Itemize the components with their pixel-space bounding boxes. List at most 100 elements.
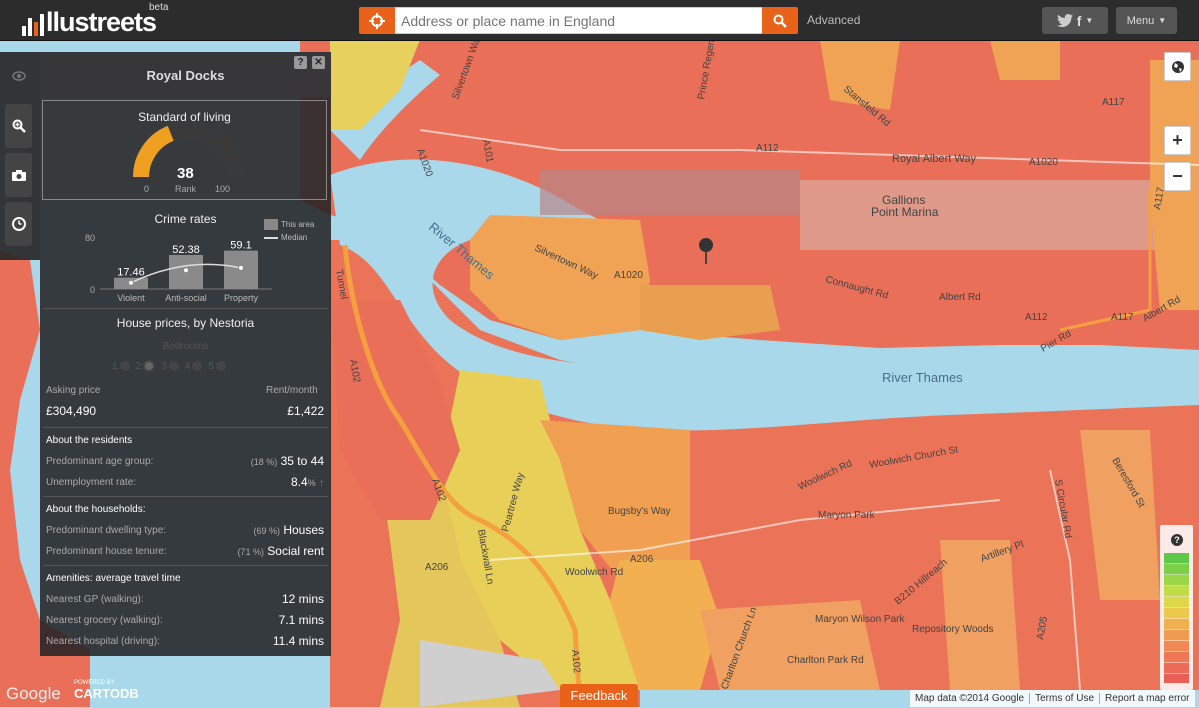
map-label-a112: A112 [1025, 312, 1048, 323]
bedrooms-label: Bedrooms [162, 341, 209, 352]
advanced-search-link[interactable]: Advanced [807, 13, 860, 27]
bedroom-option-3[interactable]: 3 [161, 361, 179, 372]
map-label-repository-woods: Repository Woods [912, 624, 994, 635]
house-tenure-value: (71 %) Social rent [237, 544, 324, 558]
eye-icon[interactable] [12, 71, 26, 81]
map-label-point-marina: Point Marina [871, 205, 939, 219]
age-group-label: Predominant age group: [46, 456, 154, 467]
unemployment-value: 8.4% ↑ [290, 475, 324, 489]
locate-me-button[interactable] [359, 7, 395, 34]
asking-price-value: £304,490 [46, 404, 97, 418]
google-logo[interactable]: Google [6, 684, 61, 704]
bedroom-option-5[interactable]: 5 [208, 361, 226, 372]
colour-scale-legend: ? [1160, 525, 1193, 690]
magnifier-plus-icon [12, 119, 26, 133]
layers-button[interactable] [1164, 52, 1191, 81]
rank-label: Rank [175, 184, 197, 194]
map-label-maryon-wilson-park: Maryon Wilson Park [815, 614, 905, 625]
crime-median-point [238, 264, 244, 271]
help-icon[interactable]: ? [294, 56, 307, 69]
map-label-a102: A102 [569, 649, 582, 674]
bedroom-option-1[interactable]: 1 [112, 361, 130, 372]
search-button[interactable] [762, 7, 798, 34]
crime-bar-value: 52.38 [172, 244, 200, 256]
hospital-value: 11.4 mins [272, 634, 324, 648]
dwelling-type-label: Predominant dwelling type: [46, 525, 167, 536]
bedroom-option-4[interactable]: 4 [185, 361, 203, 372]
social-share-button[interactable]: f ▼ [1042, 7, 1108, 34]
close-icon[interactable]: ✕ [312, 56, 325, 69]
caret-down-icon: ▼ [1158, 16, 1167, 25]
crime-bar-label: Property [224, 293, 259, 303]
rent-label: Rent/month [266, 385, 318, 396]
map-label-a117: A117 [1111, 312, 1134, 323]
area-title: Royal Docks [146, 68, 225, 83]
legend-colour-ramp [1164, 553, 1189, 683]
panel-header: Royal Docks ? ✕ [40, 52, 331, 98]
cartodb-logo[interactable]: CARTODB [74, 686, 139, 701]
standard-of-living-value: 38 [177, 165, 194, 182]
hospital-label: Nearest hospital (driving): [46, 636, 160, 647]
twitter-icon [1056, 14, 1073, 27]
menu-button[interactable]: Menu ▼ [1116, 7, 1177, 34]
gauge-max-label: 100 [215, 184, 231, 194]
map-label-royal-albert-way: Royal Albert Way [892, 153, 976, 165]
map-label-charlton-park-rd: Charlton Park Rd [787, 655, 864, 666]
grocery-label: Nearest grocery (walking): [46, 615, 163, 626]
bedroom-option-2[interactable]: 2 [136, 360, 156, 372]
logo-text: llustreets [46, 7, 157, 37]
dwelling-type-value: (69 %) Houses [253, 523, 324, 537]
clock-icon [11, 217, 26, 231]
map-label-a117: A117 [1102, 97, 1125, 108]
crosshair-icon [369, 12, 385, 29]
history-button[interactable] [5, 202, 32, 246]
rent-value: £1,422 [287, 404, 324, 418]
search-bar [359, 7, 798, 34]
map-label-bugsbys-way: Bugsby's Way [608, 506, 671, 517]
map-label-a206: A206 [630, 554, 654, 565]
crime-bar-label: Violent [117, 293, 145, 303]
zoom-in-button[interactable]: + [1164, 126, 1191, 155]
top-navigation-bar: llustreets beta Advanced f ▼ Menu ▼ [0, 0, 1199, 41]
map-label-a112: A112 [756, 143, 779, 154]
gp-label: Nearest GP (walking): [46, 594, 144, 605]
crime-bar-label: Anti-social [165, 293, 207, 303]
zoom-to-area-button[interactable] [5, 104, 32, 148]
search-icon [773, 14, 787, 28]
caret-down-icon: ▼ [1085, 16, 1094, 25]
facebook-icon: f [1076, 12, 1082, 29]
crime-median-point [183, 267, 189, 274]
house-prices-title: House prices, by Nestoria [116, 316, 255, 330]
amenities-title: Amenities: average travel time [46, 573, 181, 584]
map-label-woolwich-rd: Woolwich Rd [565, 567, 623, 578]
search-input[interactable] [395, 7, 762, 34]
feedback-button[interactable]: Feedback [560, 684, 638, 707]
households-title: About the households: [46, 504, 146, 515]
snapshot-button[interactable] [5, 153, 32, 197]
menu-label: Menu [1126, 14, 1155, 27]
crime-bar-value: 59.1 [230, 240, 251, 252]
standard-of-living-box: Standard of living 38 Rank 0 100 [42, 100, 327, 200]
area-info-panel: Royal Docks ? ✕ Standard of living 38 Ra… [40, 52, 331, 656]
map-tools-column [0, 52, 40, 260]
royal-victoria-dock [540, 170, 800, 215]
arrow-up-icon: ↑ [319, 478, 324, 489]
unemployment-label: Unemployment rate: [46, 477, 137, 488]
legend-help-icon[interactable]: ? [1171, 534, 1183, 546]
crime-bar-value: 17.46 [117, 267, 145, 279]
asking-price-label: Asking price [46, 385, 101, 396]
map-attribution: Map data ©2014 Google Terms of Use Repor… [910, 690, 1195, 707]
camera-icon [11, 169, 26, 181]
globe-icon [1171, 60, 1184, 73]
report-map-error-link[interactable]: Report a map error [1099, 693, 1194, 704]
residents-title: About the residents [46, 435, 133, 446]
site-logo[interactable]: llustreets [22, 4, 157, 37]
bedrooms-selector: 1 2 3 4 5 [112, 360, 226, 372]
crime-rates-chart: 80 0 17.46 Violent 52.38 Anti-social 59.1 Pro… [85, 233, 272, 303]
map-label-albert-rd: Albert Rd [939, 292, 981, 303]
terms-of-use-link[interactable]: Terms of Use [1029, 693, 1099, 704]
beta-badge: beta [149, 2, 169, 13]
gauge-fill [133, 125, 175, 178]
zoom-out-button[interactable]: − [1164, 162, 1191, 191]
house-tenure-label: Predominant house tenure: [46, 546, 167, 557]
